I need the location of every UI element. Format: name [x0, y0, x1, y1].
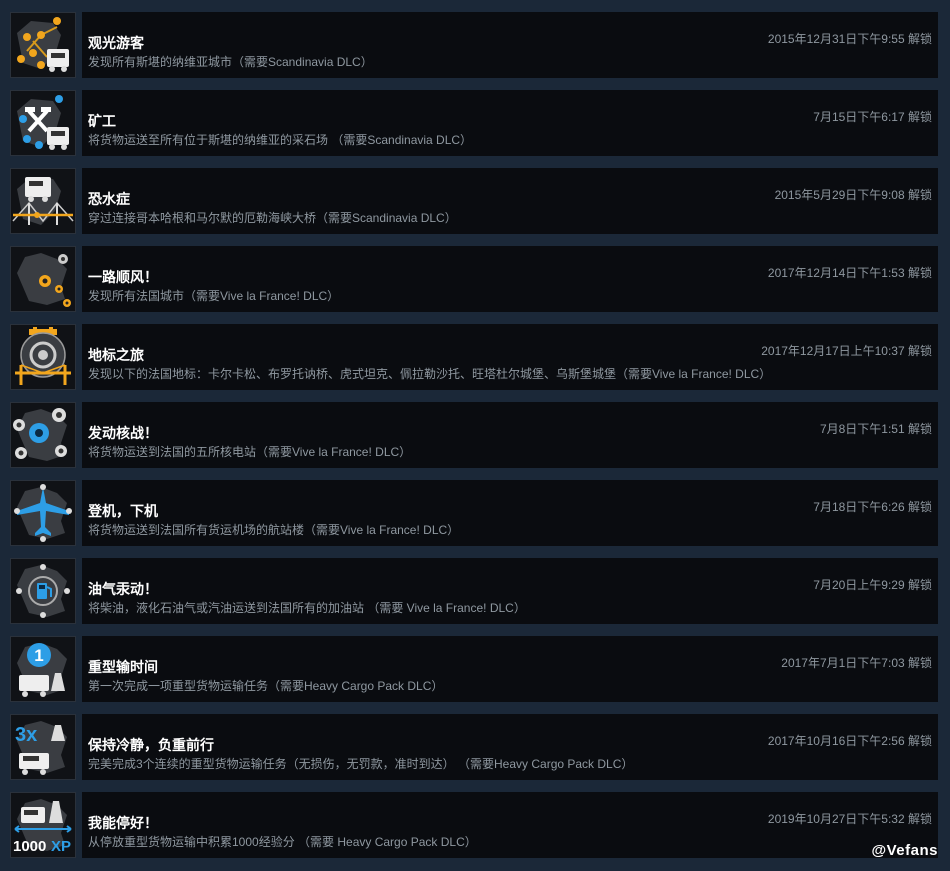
- airplane-map-icon: [10, 480, 76, 546]
- icon-number-one: 1: [34, 646, 43, 665]
- unlock-date: 7月8日下午1:51 解锁: [819, 422, 932, 436]
- unlock-date: 2015年12月31日下午9:55 解锁: [767, 32, 932, 46]
- landmark-bridge-icon: [10, 324, 76, 390]
- achievement-title: 重型输时间: [88, 659, 158, 675]
- sightseer-map-truck-icon: [10, 12, 76, 78]
- achievement-title: 我能停好！: [88, 815, 158, 831]
- achievement-title: 矿工: [88, 113, 116, 129]
- icon-1000-label: 1000: [13, 838, 46, 855]
- achievement-description: 第一次完成一项重型货物运输任务（需要Heavy Cargo Pack DLC）: [88, 679, 444, 693]
- achievement-title: 恐水症: [88, 191, 130, 207]
- achievement-row[interactable]: 油气汞动！ 将柴油，液化石油气或汽油运送到法国所有的加油站 （需要 Vive l…: [10, 558, 938, 624]
- achievement-description: 穿过连接哥本哈根和马尔默的厄勒海峡大桥（需要Scandinavia DLC）: [88, 211, 457, 225]
- icon-3x-label: 3x: [15, 724, 37, 746]
- achievement-description: 发现所有法国城市（需要Vive la France! DLC）: [88, 289, 340, 303]
- achievement-row[interactable]: 3x 保持冷静，负重前行 完美完成3个连续的重型货物运输任务（无损伤，无罚款，准…: [10, 714, 938, 780]
- achievement-description: 发现所有斯堪的纳维亚城市（需要Scandinavia DLC）: [88, 55, 373, 69]
- achievement-title: 地标之旅: [88, 347, 144, 363]
- achievement-description: 将货物运送到法国所有货运机场的航站楼（需要Vive la France! DLC…: [88, 523, 460, 537]
- heavy-cargo-3x-icon: 3x: [10, 714, 76, 780]
- achievement-row[interactable]: 一路顺风！ 发现所有法国城市（需要Vive la France! DLC） 20…: [10, 246, 938, 312]
- nuclear-map-icon: [10, 402, 76, 468]
- icon-xp-label: XP: [51, 838, 71, 855]
- achievement-row[interactable]: 地标之旅 发现以下的法国地标：卡尔卡松、布罗托讷桥、虎式坦克、佩拉勒沙托、旺塔杜…: [10, 324, 938, 390]
- achievement-title: 一路顺风！: [88, 269, 158, 285]
- achievement-row[interactable]: 恐水症 穿过连接哥本哈根和马尔默的厄勒海峡大桥（需要Scandinavia DL…: [10, 168, 938, 234]
- heavy-cargo-1000xp-icon: 1000 XP: [10, 792, 76, 858]
- achievement-title: 油气汞动！: [88, 581, 158, 597]
- heavy-cargo-first-icon: 1: [10, 636, 76, 702]
- achievement-title: 保持冷静，负重前行: [88, 737, 214, 753]
- achievement-description: 将货物运送到法国的五所核电站（需要Vive la France! DLC）: [88, 445, 412, 459]
- fuel-pump-map-icon: [10, 558, 76, 624]
- unlock-date: 2019年10月27日下午5:32 解锁: [767, 812, 932, 826]
- watermark: @Vefans: [871, 842, 938, 859]
- unlock-date: 2017年7月1日下午7:03 解锁: [781, 656, 932, 670]
- unlock-date: 7月15日下午6:17 解锁: [813, 110, 932, 124]
- achievement-row[interactable]: 观光游客 发现所有斯堪的纳维亚城市（需要Scandinavia DLC） 201…: [10, 12, 938, 78]
- achievement-row[interactable]: 发动核战！ 将货物运送到法国的五所核电站（需要Vive la France! D…: [10, 402, 938, 468]
- achievement-title: 登机，下机: [88, 503, 158, 519]
- achievement-description: 从停放重型货物运输中积累1000经验分 （需要 Heavy Cargo Pack…: [88, 835, 477, 849]
- france-map-cities-icon: [10, 246, 76, 312]
- achievement-row[interactable]: 1 重型输时间 第一次完成一项重型货物运输任务（需要Heavy Cargo Pa…: [10, 636, 938, 702]
- achievement-description: 发现以下的法国地标：卡尔卡松、布罗托讷桥、虎式坦克、佩拉勒沙托、旺塔杜尔城堡、乌…: [88, 367, 772, 381]
- miner-pickaxe-truck-icon: [10, 90, 76, 156]
- achievement-row[interactable]: 1000 XP 我能停好！ 从停放重型货物运输中积累1000经验分 （需要 He…: [10, 792, 938, 858]
- unlock-date: 2017年12月17日上午10:37 解锁: [761, 344, 932, 358]
- achievement-description: 完美完成3个连续的重型货物运输任务（无损伤，无罚款，准时到达） （需要Heavy…: [88, 757, 634, 771]
- achievement-description: 将柴油，液化石油气或汽油运送到法国所有的加油站 （需要 Vive la Fran…: [88, 601, 526, 615]
- unlock-date: 7月18日下午6:26 解锁: [813, 500, 932, 514]
- achievement-title: 发动核战！: [88, 425, 158, 441]
- achievement-description: 将货物运送至所有位于斯堪的纳维亚的采石场 （需要Scandinavia DLC）: [88, 133, 473, 147]
- unlock-date: 2017年10月16日下午2:56 解锁: [767, 734, 932, 748]
- unlock-date: 2017年12月14日下午1:53 解锁: [767, 266, 932, 280]
- achievement-row[interactable]: 登机，下机 将货物运送到法国所有货运机场的航站楼（需要Vive la Franc…: [10, 480, 938, 546]
- bridge-truck-icon: [10, 168, 76, 234]
- unlock-date: 2015年5月29日下午9:08 解锁: [774, 188, 932, 202]
- unlock-date: 7月20日上午9:29 解锁: [813, 578, 932, 592]
- achievement-row[interactable]: 矿工 将货物运送至所有位于斯堪的纳维亚的采石场 （需要Scandinavia D…: [10, 90, 938, 156]
- achievement-title: 观光游客: [88, 35, 144, 51]
